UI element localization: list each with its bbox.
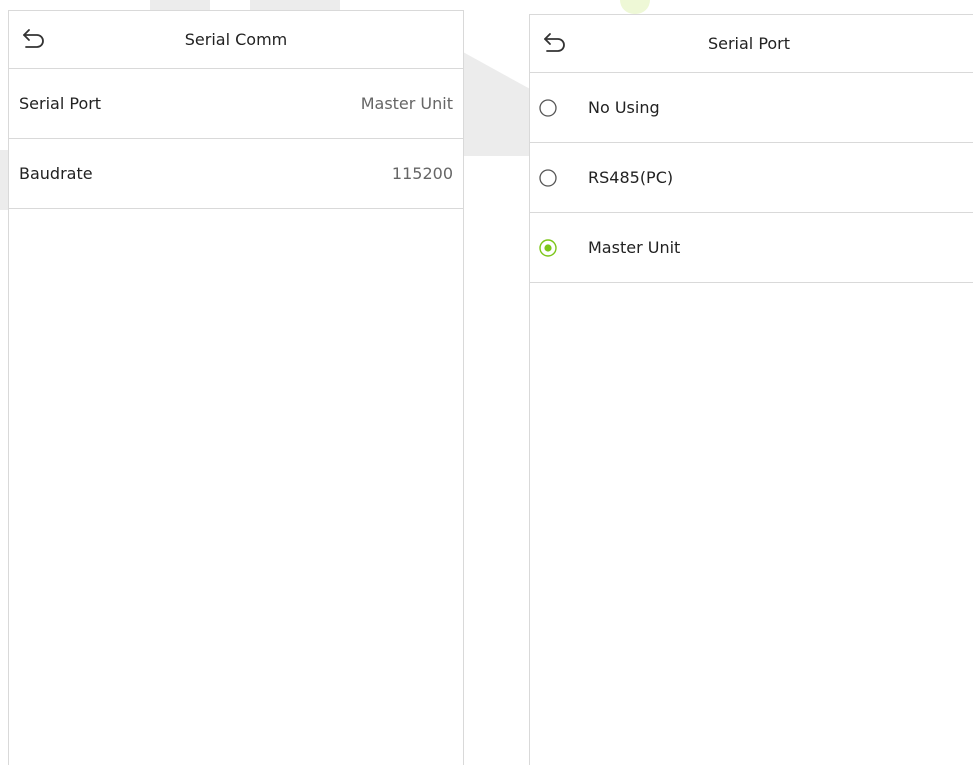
option-no-using[interactable]: No Using (530, 73, 973, 143)
back-arrow-icon (21, 27, 47, 53)
page-title: Serial Port (707, 34, 791, 53)
menu-item-value: Master Unit (360, 94, 453, 113)
option-label: Master Unit (588, 238, 681, 257)
watermark-shape (0, 150, 8, 210)
watermark-dot (620, 0, 650, 14)
back-button[interactable] (540, 29, 570, 59)
serial-comm-screen: Serial Comm Serial Port Master Unit Baud… (8, 10, 464, 765)
title-bar: Serial Comm (9, 11, 463, 69)
title-bar: Serial Port (530, 15, 973, 73)
option-rs485-pc[interactable]: RS485(PC) (530, 143, 973, 213)
option-label: RS485(PC) (588, 168, 674, 187)
radio-selected-icon[interactable] (538, 238, 558, 258)
radio-unselected-icon[interactable] (538, 98, 558, 118)
page-title: Serial Comm (184, 30, 288, 49)
radio-unselected-icon[interactable] (538, 168, 558, 188)
back-arrow-icon (542, 31, 568, 57)
back-button[interactable] (19, 25, 49, 55)
option-master-unit[interactable]: Master Unit (530, 213, 973, 283)
option-label: No Using (588, 98, 660, 117)
menu-item-value: 115200 (391, 164, 453, 183)
menu-item-label: Baudrate (19, 164, 93, 183)
serial-port-screen: Serial Port No Using RS485(PC) Master Un… (529, 14, 973, 765)
menu-item-baudrate[interactable]: Baudrate 115200 (9, 139, 463, 209)
screen: Serial Comm Serial Port Master Unit Baud… (0, 0, 973, 765)
menu-item-serial-port[interactable]: Serial Port Master Unit (9, 69, 463, 139)
menu-item-label: Serial Port (19, 94, 102, 113)
watermark-shape (463, 52, 529, 156)
